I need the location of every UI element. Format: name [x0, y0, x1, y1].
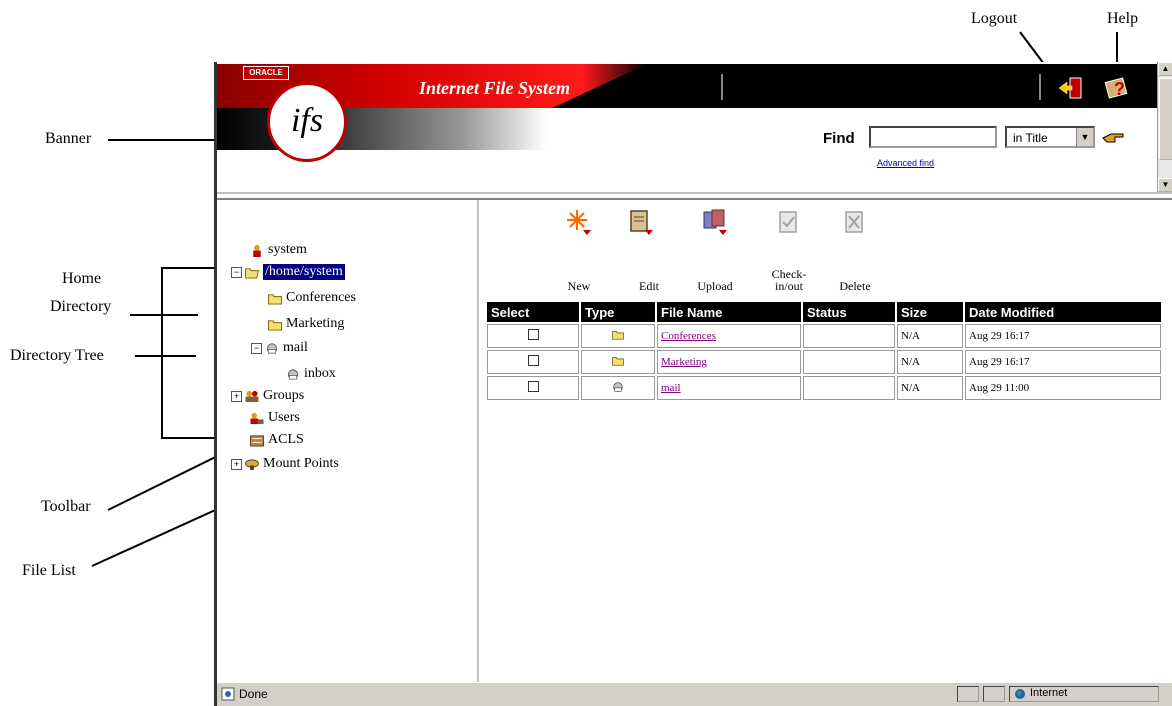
check-in-out-icon[interactable] [775, 208, 805, 238]
col-date-modified[interactable]: Date Modified [965, 302, 1161, 322]
file-name-link[interactable]: Marketing [661, 356, 707, 368]
zone-field: Internet [1009, 686, 1159, 702]
users-icon [250, 412, 264, 424]
mount-points-icon [245, 458, 259, 470]
directory-tree: system − /home/system Conferences Market… [217, 200, 479, 682]
acls-icon [250, 434, 264, 447]
file-size: N/A [897, 350, 963, 374]
open-folder-icon [245, 267, 260, 279]
file-status [803, 324, 895, 348]
vertical-scrollbar[interactable]: ▲ ▼ [1157, 62, 1172, 192]
ifs-logo: ifs [267, 82, 347, 162]
tree-item-marketing[interactable]: Marketing [267, 316, 344, 332]
select-checkbox[interactable] [527, 329, 539, 340]
oracle-logo: ORACLE [243, 66, 289, 80]
delete-icon[interactable] [841, 208, 871, 238]
file-date: Aug 29 11:00 [965, 376, 1161, 400]
file-status [803, 376, 895, 400]
find-label: Find [823, 130, 855, 147]
tree-item-acls[interactable]: ACLS [249, 432, 304, 448]
user-icon [253, 244, 261, 257]
table-row: Conferences N/A Aug 29 16:17 [487, 324, 1161, 348]
find-scope-value: in Title [1013, 131, 1048, 145]
col-type[interactable]: Type [581, 302, 655, 322]
advanced-find-link[interactable]: Advanced find [877, 158, 934, 168]
upload-button[interactable]: Upload [685, 280, 745, 292]
logout-icon[interactable] [1057, 74, 1085, 102]
scroll-down-icon[interactable]: ▼ [1158, 178, 1172, 192]
folder-icon [268, 293, 282, 305]
table-row: Marketing N/A Aug 29 16:17 [487, 350, 1161, 374]
file-size: N/A [897, 324, 963, 348]
chevron-down-icon[interactable]: ▼ [1076, 128, 1093, 146]
scroll-up-icon[interactable]: ▲ [1158, 62, 1172, 76]
find-scope-select[interactable]: in Title ▼ [1005, 126, 1095, 148]
mail-icon [613, 381, 623, 392]
collapse-icon[interactable]: − [231, 266, 242, 278]
new-icon[interactable] [565, 208, 595, 238]
file-size: N/A [897, 376, 963, 400]
col-size[interactable]: Size [897, 302, 963, 322]
tree-item-groups[interactable]: + Groups [231, 388, 304, 404]
tree-item-users[interactable]: Users [249, 410, 300, 426]
check-in-out-button[interactable]: Check- in/out [759, 268, 819, 292]
page-icon [221, 687, 235, 701]
status-bar: Done Internet [217, 682, 1172, 706]
collapse-icon[interactable]: − [251, 342, 262, 354]
tree-item-inbox[interactable]: inbox [285, 366, 336, 382]
tree-item-conferences[interactable]: Conferences [267, 290, 356, 306]
file-date: Aug 29 16:17 [965, 324, 1161, 348]
folder-icon [268, 319, 282, 331]
banner: ORACLE ifs Internet File System ? Find i… [217, 62, 1157, 192]
groups-icon [245, 390, 259, 402]
mail-icon [287, 368, 299, 380]
upload-icon[interactable] [701, 208, 731, 238]
find-input[interactable] [869, 126, 997, 148]
new-button[interactable]: New [549, 280, 609, 292]
file-list: Select Type File Name Status Size Date M… [485, 300, 1163, 402]
edit-icon[interactable] [627, 208, 657, 238]
status-text: Done [239, 687, 268, 701]
scroll-thumb[interactable] [1159, 78, 1172, 160]
file-name-link[interactable]: Conferences [661, 330, 716, 342]
file-status [803, 350, 895, 374]
banner-divider [217, 192, 1172, 200]
tree-item-mount-points[interactable]: + Mount Points [231, 456, 339, 472]
col-file-name[interactable]: File Name [657, 302, 801, 322]
folder-icon [612, 356, 624, 366]
tree-item-mail[interactable]: − mail [251, 340, 308, 356]
table-row: mail N/A Aug 29 11:00 [487, 376, 1161, 400]
zone-text: Internet [1030, 687, 1068, 699]
table-header-row: Select Type File Name Status Size Date M… [487, 302, 1161, 322]
folder-icon [612, 330, 624, 340]
svg-text:?: ? [1114, 79, 1125, 99]
tree-selected-label: /home/system [263, 264, 345, 280]
tree-item-system[interactable]: system [249, 242, 307, 258]
expand-icon[interactable]: + [231, 458, 242, 470]
select-checkbox[interactable] [527, 355, 539, 366]
file-date: Aug 29 16:17 [965, 350, 1161, 374]
file-pane: New Edit Upload Check- in/out Delete Sel… [479, 200, 1172, 682]
col-status[interactable]: Status [803, 302, 895, 322]
browser-window: ORACLE ifs Internet File System ? Find i… [214, 62, 1172, 706]
file-name-link[interactable]: mail [661, 382, 681, 394]
delete-button[interactable]: Delete [825, 280, 885, 292]
col-select[interactable]: Select [487, 302, 579, 322]
tree-item-home-system[interactable]: − /home/system [231, 264, 345, 280]
globe-icon [1015, 689, 1025, 699]
edit-button[interactable]: Edit [619, 280, 679, 292]
pointing-hand-icon[interactable] [1101, 126, 1127, 148]
help-icon[interactable]: ? [1103, 74, 1131, 102]
expand-icon[interactable]: + [231, 390, 242, 402]
mail-icon [266, 342, 278, 354]
app-title: Internet File System [419, 78, 571, 98]
select-checkbox[interactable] [527, 381, 539, 392]
